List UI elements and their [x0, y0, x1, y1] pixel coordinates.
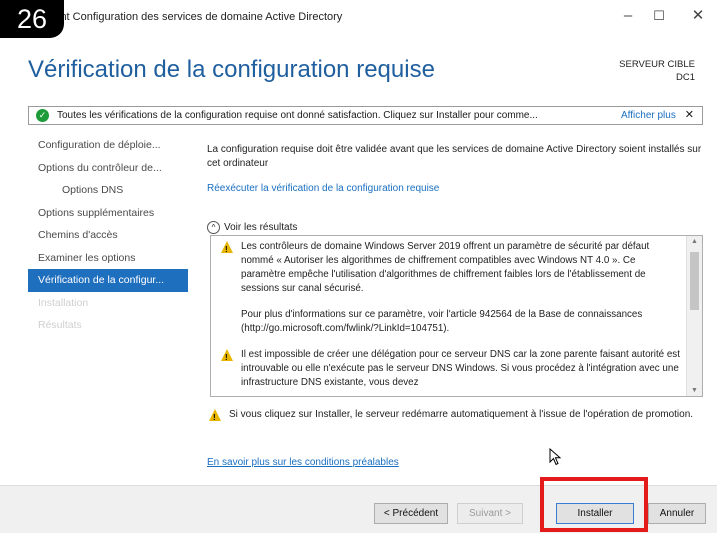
sidebar-item-results: Résultats [38, 319, 82, 331]
page-title: Vérification de la configuration requise [28, 56, 435, 83]
show-more-link[interactable]: Afficher plus [621, 107, 676, 124]
cancel-button[interactable]: Annuler [648, 503, 706, 524]
restart-warning-text: Si vous cliquez sur Installer, le serveu… [229, 409, 694, 420]
target-server: SERVEUR CIBLE DC1 [619, 58, 695, 84]
sidebar-item-paths[interactable]: Chemins d'accès [28, 224, 188, 247]
scroll-down-icon[interactable]: ▼ [687, 387, 702, 394]
scroll-up-icon[interactable]: ▲ [687, 238, 702, 245]
learn-more-link[interactable]: En savoir plus sur les conditions préala… [207, 457, 399, 468]
success-banner: ✓ Toutes les vérifications de la configu… [28, 106, 703, 125]
target-server-label: SERVEUR CIBLE [619, 59, 695, 70]
scrollbar-thumb[interactable] [690, 252, 699, 310]
chevron-up-icon[interactable]: ^ [207, 221, 220, 234]
next-button: Suivant > [457, 503, 523, 524]
warning-icon [221, 349, 233, 365]
rerun-check-link[interactable]: Réexécuter la vérification de la configu… [207, 183, 439, 194]
step-number-badge: 26 [0, 0, 64, 38]
mouse-pointer-icon [549, 448, 562, 466]
window-title: int Configuration des services de domain… [58, 11, 343, 23]
result-item: Il est impossible de créer une délégatio… [211, 348, 681, 390]
result-text: Pour plus d'informations sur ce paramètr… [241, 309, 643, 334]
view-results-label[interactable]: Voir les résultats [224, 222, 297, 233]
intro-text: La configuration requise doit être valid… [207, 144, 702, 169]
minimize-icon[interactable]: – [614, 4, 642, 28]
result-text: Les contrôleurs de domaine Windows Serve… [241, 241, 650, 294]
banner-message: Toutes les vérifications de la configura… [57, 110, 538, 121]
maximize-icon[interactable]: ☐ [645, 4, 673, 28]
view-results-toggle[interactable]: ^ Voir les résultats [207, 221, 297, 234]
wizard-sidebar: Configuration de déploie... Options du c… [28, 134, 188, 337]
install-highlight-box [540, 477, 648, 532]
target-server-value: DC1 [675, 72, 695, 83]
sidebar-item-review[interactable]: Examiner les options [28, 247, 188, 270]
sidebar-item-prerequisites[interactable]: Vérification de la configur... [28, 269, 188, 292]
restart-warning: Si vous cliquez sur Installer, le serveu… [207, 408, 697, 425]
sidebar-item-installation: Installation [38, 296, 89, 309]
results-scrollbar[interactable]: ▲ ▼ [686, 236, 702, 396]
warning-icon [221, 241, 233, 257]
banner-close-icon[interactable]: ✕ [685, 107, 694, 124]
sidebar-item-additional-options[interactable]: Options supplémentaires [28, 202, 188, 225]
check-circle-icon: ✓ [36, 109, 49, 122]
close-icon[interactable]: ✕ [684, 4, 712, 28]
title-bar: int Configuration des services de domain… [0, 0, 717, 34]
results-list: Les contrôleurs de domaine Windows Serve… [211, 240, 681, 390]
result-text: Il est impossible de créer une délégatio… [241, 349, 680, 388]
previous-button[interactable]: < Précédent [374, 503, 448, 524]
warning-icon [209, 409, 221, 425]
sidebar-item-dc-options[interactable]: Options du contrôleur de... [28, 157, 188, 180]
results-box: Les contrôleurs de domaine Windows Serve… [210, 235, 703, 397]
result-item: Les contrôleurs de domaine Windows Serve… [211, 240, 681, 296]
sidebar-item-dns-options[interactable]: Options DNS [28, 179, 188, 202]
sidebar-item-deployment[interactable]: Configuration de déploie... [28, 134, 188, 157]
result-item: Pour plus d'informations sur ce paramètr… [211, 308, 681, 336]
